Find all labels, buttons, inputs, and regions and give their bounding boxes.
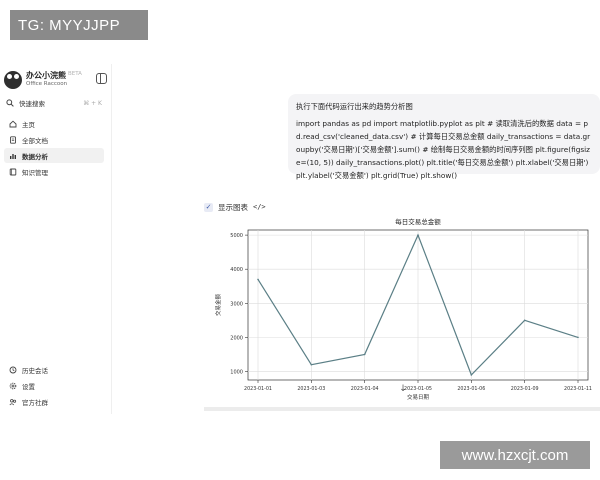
beta-badge: BETA	[68, 71, 82, 77]
sidebar-item-label: 数据分析	[22, 152, 48, 161]
brand: 办公小浣熊 BETA Office Raccoon	[4, 70, 108, 94]
sidebar: 办公小浣熊 BETA Office Raccoon 快速搜索 ⌘ + K 主页 …	[0, 64, 112, 414]
search-shortcut: ⌘ + K	[83, 99, 102, 107]
search-icon	[4, 99, 15, 107]
sidebar-item-documents[interactable]: 全部文档	[4, 132, 104, 147]
x-tick-label: 2023-01-01	[244, 386, 272, 392]
sidebar-collapse-icon[interactable]	[96, 73, 107, 84]
y-tick-label: 2000	[230, 335, 243, 341]
sidebar-item-label: 官方社群	[22, 398, 48, 407]
prompt-code: import pandas as pd import matplotlib.py…	[296, 119, 591, 180]
sidebar-item-data-analysis[interactable]: 数据分析	[4, 148, 104, 163]
data-point	[470, 374, 473, 376]
brand-name: 办公小浣熊	[26, 71, 66, 80]
data-point	[417, 234, 419, 236]
sidebar-item-community[interactable]: 官方社群	[4, 394, 104, 409]
show-chart-label: 显示图表	[218, 202, 248, 212]
watermark-top: TG: MYYJJPP	[10, 10, 148, 40]
document-icon	[7, 135, 18, 144]
bar-chart-icon	[7, 152, 18, 160]
y-tick-label: 1000	[230, 369, 243, 375]
y-tick-label: 5000	[230, 233, 243, 239]
data-point	[257, 278, 259, 281]
prompt-title: 执行下面代码运行出来的趋势分析图	[296, 102, 413, 111]
x-axis-label: 交易日期	[407, 393, 430, 401]
chart-title: 每日交易总金额	[395, 217, 441, 226]
community-icon	[7, 398, 18, 406]
scroll-down-icon[interactable]: ↓	[397, 384, 409, 396]
data-point	[310, 363, 313, 366]
user-prompt-bubble: 执行下面代码运行出来的趋势分析图 import pandas as pd imp…	[288, 94, 600, 180]
code-icon[interactable]: </>	[253, 203, 266, 211]
y-tick-label: 3000	[230, 301, 243, 307]
brand-subtitle: Office Raccoon	[26, 81, 68, 87]
data-point	[363, 353, 366, 356]
gear-icon	[7, 382, 18, 390]
sidebar-item-label: 全部文档	[22, 136, 48, 145]
show-chart-toggle[interactable]: ✓ 显示图表 </>	[204, 200, 266, 214]
sidebar-item-label: 历史会话	[22, 366, 48, 375]
data-point	[577, 336, 579, 339]
chart-container: 每日交易总金额 1000 2000 3000 4000 5000 2023-01-01 202…	[206, 214, 600, 410]
data-point	[523, 319, 526, 322]
y-axis-label: 交易金额	[214, 294, 222, 317]
y-tick-label: 4000	[230, 267, 243, 273]
home-icon	[7, 120, 18, 128]
history-icon	[7, 366, 18, 374]
chart-divider	[204, 407, 600, 411]
quick-search-button[interactable]: 快速搜索 ⌘ + K	[4, 95, 106, 111]
x-tick-label: 2023-01-11	[564, 386, 592, 392]
watermark-bottom: www.hzxcjt.com	[440, 441, 590, 469]
sidebar-item-history[interactable]: 历史会话	[4, 362, 104, 377]
search-label: 快速搜索	[19, 100, 45, 108]
sidebar-item-knowledge[interactable]: 知识管理	[4, 164, 104, 179]
raccoon-logo-icon	[4, 71, 22, 89]
book-icon	[7, 168, 18, 176]
line-chart: 每日交易总金额 1000 2000 3000 4000 5000 2023-01-01 202…	[214, 217, 592, 401]
x-tick-label: 2023-01-03	[297, 386, 325, 392]
show-chart-checkbox[interactable]: ✓	[204, 202, 213, 212]
x-tick-label: 2023-01-06	[457, 386, 485, 392]
sidebar-item-label: 主页	[22, 120, 35, 129]
main-content: 执行下面代码运行出来的趋势分析图 import pandas as pd imp…	[112, 64, 600, 414]
sidebar-item-home[interactable]: 主页	[4, 116, 104, 131]
sidebar-item-settings[interactable]: 设置	[4, 378, 104, 393]
sidebar-item-label: 设置	[22, 382, 35, 391]
x-tick-label: 2023-01-04	[351, 386, 379, 392]
x-tick-label: 2023-01-09	[511, 386, 539, 392]
sidebar-item-label: 知识管理	[22, 168, 48, 177]
